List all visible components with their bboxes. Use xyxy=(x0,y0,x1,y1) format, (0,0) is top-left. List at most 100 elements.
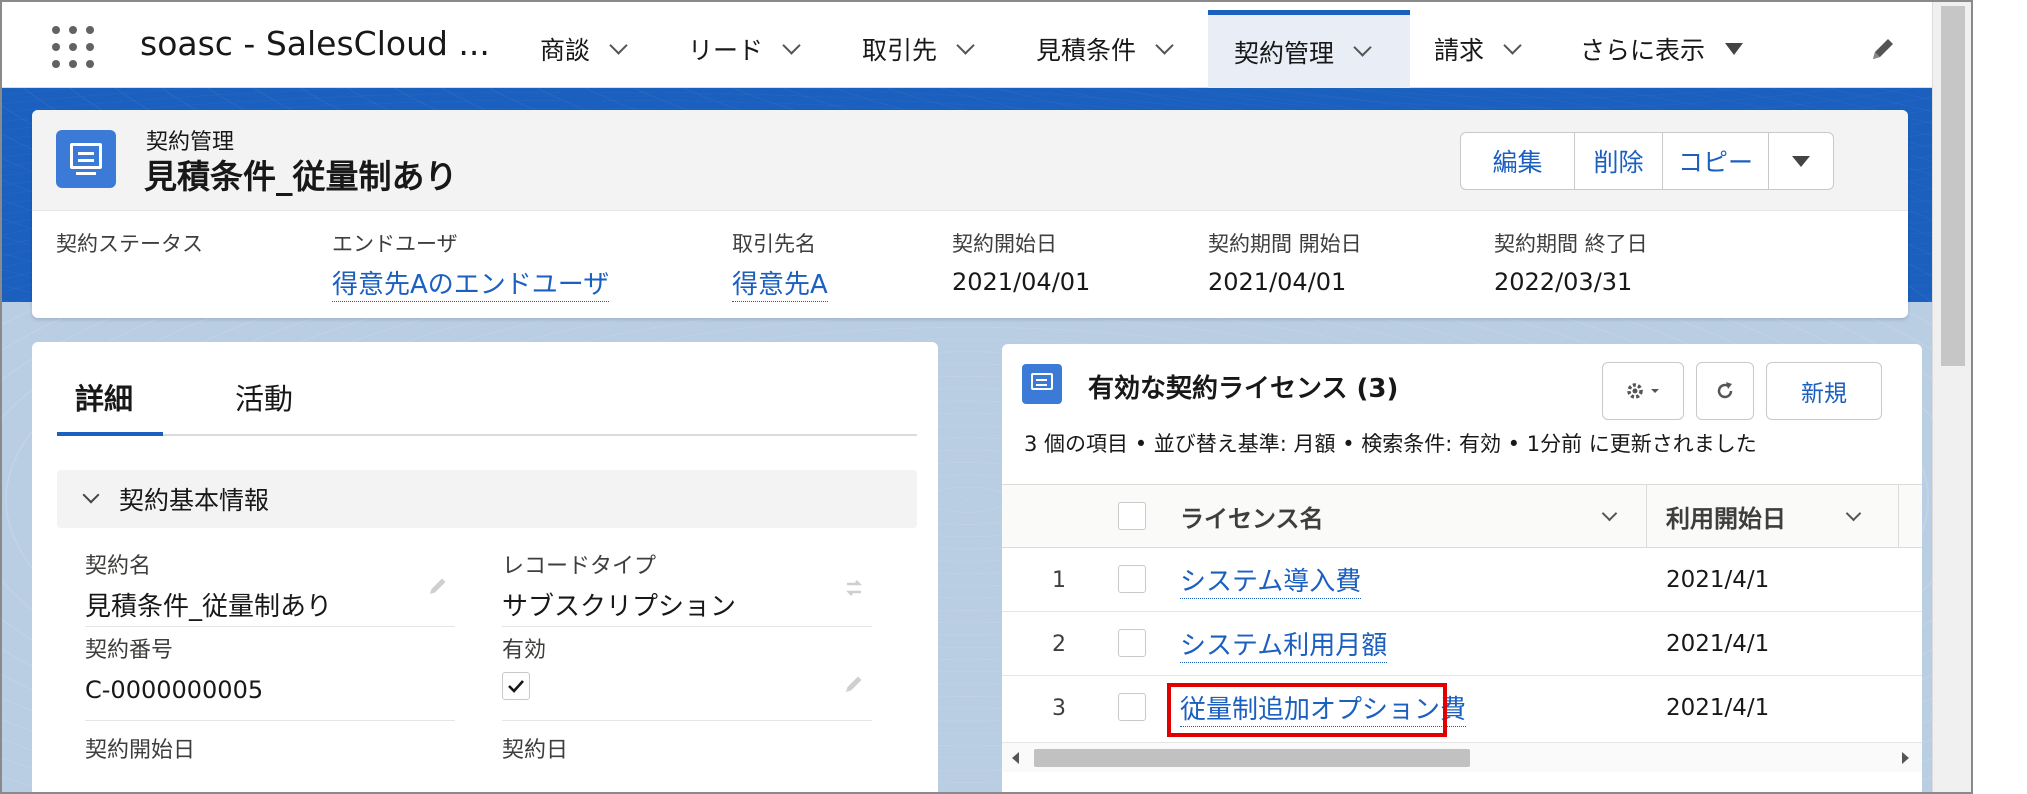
app-launcher-icon[interactable] xyxy=(52,26,96,68)
field-label: 有効 xyxy=(502,638,547,663)
table-row: 2 システム利用月額 2021/4/1 xyxy=(1002,612,1922,676)
record-header-top: 契約管理 見積条件_従量制あり 編集 削除 コピー xyxy=(32,110,1908,211)
row-number: 2 xyxy=(1052,631,1066,657)
field-value: 2021/04/01 xyxy=(952,268,1091,296)
field-label: 契約期間 終了日 xyxy=(1494,232,1648,256)
chevron-down-icon xyxy=(1601,505,1618,521)
account-link[interactable]: 得意先A xyxy=(732,264,828,302)
field-label: 契約名 xyxy=(85,554,152,579)
field-record-type: レコードタイプ サブスクリプション xyxy=(502,548,872,627)
global-navigation: soasc - SalesCloud ... 商談 リード 取引先 見積条件 契… xyxy=(2,2,1932,88)
nav-item-label: さらに表示 xyxy=(1580,36,1706,65)
field-label: 取引先名 xyxy=(732,232,816,256)
end-user-link[interactable]: 得意先Aのエンドユーザ xyxy=(332,264,610,302)
highlight-account-name: 取引先名 得意先A xyxy=(732,228,828,302)
highlight-box xyxy=(1167,683,1447,737)
nav-item-label: リード xyxy=(688,36,764,65)
pencil-icon[interactable] xyxy=(842,672,866,696)
chevron-down-icon[interactable] xyxy=(956,35,975,55)
field-value: C-0000000005 xyxy=(85,676,264,704)
scroll-right-icon[interactable] xyxy=(1902,752,1909,764)
select-all-checkbox[interactable] xyxy=(1118,502,1146,530)
scroll-left-icon[interactable] xyxy=(1012,752,1019,764)
field-contract-start: 契約開始日 xyxy=(85,732,195,764)
nav-item-opportunity[interactable]: 商談 xyxy=(540,10,628,88)
refresh-icon xyxy=(1717,382,1733,399)
field-label: 契約期間 開始日 xyxy=(1208,232,1362,256)
highlight-term-end: 契約期間 終了日 2022/03/31 xyxy=(1494,228,1648,296)
chevron-down-icon[interactable] xyxy=(609,35,628,55)
caret-down-icon xyxy=(1725,43,1744,55)
row-checkbox[interactable] xyxy=(1118,693,1146,721)
nav-item-lead[interactable]: リード xyxy=(688,10,801,88)
row-checkbox[interactable] xyxy=(1118,629,1146,657)
nav-item-label: 商談 xyxy=(540,36,591,65)
start-date-cell: 2021/4/1 xyxy=(1666,567,1770,593)
license-name-cell: システム導入費 xyxy=(1180,548,1362,612)
nav-item-label: 取引先 xyxy=(862,36,938,65)
checkmark-icon xyxy=(508,680,524,693)
record-icon xyxy=(1022,364,1062,404)
scrollbar-thumb[interactable] xyxy=(1941,6,1965,366)
field-label: 契約番号 xyxy=(85,638,174,663)
change-record-type-icon[interactable] xyxy=(842,576,866,600)
row-checkbox[interactable] xyxy=(1118,565,1146,593)
nav-item-label: 契約管理 xyxy=(1234,38,1335,68)
column-header-license-name[interactable]: ライセンス名 xyxy=(1180,485,1324,547)
tab-activity[interactable]: 活動 xyxy=(235,372,293,436)
list-settings-button[interactable] xyxy=(1602,362,1684,420)
field-value: サブスクリプション xyxy=(502,592,737,622)
scrollbar-thumb[interactable] xyxy=(1034,749,1470,767)
copy-button[interactable]: コピー xyxy=(1663,133,1769,189)
nav-item-more[interactable]: さらに表示 xyxy=(1580,10,1744,88)
horizontal-scrollbar[interactable] xyxy=(1002,742,1922,772)
row-number: 3 xyxy=(1052,695,1066,721)
nav-item-quote-terms[interactable]: 見積条件 xyxy=(1036,10,1174,88)
related-list-title[interactable]: 有効な契約ライセンス (3) xyxy=(1088,368,1398,405)
more-actions-button[interactable] xyxy=(1769,133,1833,189)
highlight-contract-start: 契約開始日 2021/04/01 xyxy=(952,228,1090,296)
app-name: soasc - SalesCloud ... xyxy=(140,24,490,63)
gear-icon xyxy=(1627,383,1659,399)
chevron-down-icon[interactable] xyxy=(1353,38,1372,57)
field-contract-date: 契約日 xyxy=(502,732,568,764)
nav-item-label: 見積条件 xyxy=(1036,36,1137,65)
table-row: 1 システム導入費 2021/4/1 xyxy=(1002,548,1922,612)
section-header-contract-basic-info[interactable]: 契約基本情報 xyxy=(57,470,917,528)
active-checkbox[interactable] xyxy=(502,672,530,700)
nav-item-contract-management[interactable]: 契約管理 xyxy=(1208,10,1410,88)
highlight-term-start: 契約期間 開始日 2021/04/01 xyxy=(1208,228,1362,296)
new-button[interactable]: 新規 xyxy=(1766,362,1882,420)
delete-button[interactable]: 削除 xyxy=(1575,133,1663,189)
table-row: 3 従量制追加オプション費 2021/4/1 xyxy=(1002,676,1922,740)
nav-item-account[interactable]: 取引先 xyxy=(862,10,975,88)
chevron-down-icon[interactable] xyxy=(782,35,801,55)
caret-down-icon xyxy=(1792,155,1810,167)
column-menu-license-name[interactable] xyxy=(1601,485,1618,547)
license-link[interactable]: システム利用月額 xyxy=(1180,625,1388,663)
field-value: 2021/04/01 xyxy=(1208,268,1347,296)
pencil-icon[interactable] xyxy=(1868,34,1898,64)
field-label: 契約開始日 xyxy=(85,738,196,763)
column-menu-start-date[interactable] xyxy=(1845,485,1862,547)
edit-button[interactable]: 編集 xyxy=(1461,133,1575,189)
vertical-scrollbar[interactable] xyxy=(1932,2,1971,792)
chevron-down-icon[interactable] xyxy=(1503,35,1522,55)
column-header-start-date[interactable]: 利用開始日 xyxy=(1666,485,1786,547)
tab-detail[interactable]: 詳細 xyxy=(57,372,163,436)
field-value: 2022/03/31 xyxy=(1494,268,1633,296)
nav-item-billing[interactable]: 請求 xyxy=(1434,10,1522,88)
record-highlights-card: 契約管理 見積条件_従量制あり 編集 削除 コピー 契約ステータス エンドユーザ… xyxy=(32,110,1908,318)
refresh-button[interactable] xyxy=(1696,362,1754,420)
field-label: エンドユーザ xyxy=(332,232,458,256)
field-label: 契約開始日 xyxy=(952,232,1057,256)
row-number: 1 xyxy=(1052,567,1066,593)
license-link[interactable]: システム導入費 xyxy=(1180,561,1362,599)
section-title: 契約基本情報 xyxy=(119,486,270,515)
chevron-down-icon[interactable] xyxy=(1155,35,1174,55)
field-label: 契約日 xyxy=(502,738,569,763)
field-contract-number: 契約番号 C-0000000005 xyxy=(85,632,455,721)
detail-panel: 詳細 活動 契約基本情報 契約名 見積条件_従量制あり レコードタイプ サブスク… xyxy=(32,342,938,792)
pencil-icon[interactable] xyxy=(426,574,450,598)
related-list-summary: 3 個の項目 • 並び替え基準: 月額 • 検索条件: 有効 • 1分前 に更新… xyxy=(1024,432,1757,456)
